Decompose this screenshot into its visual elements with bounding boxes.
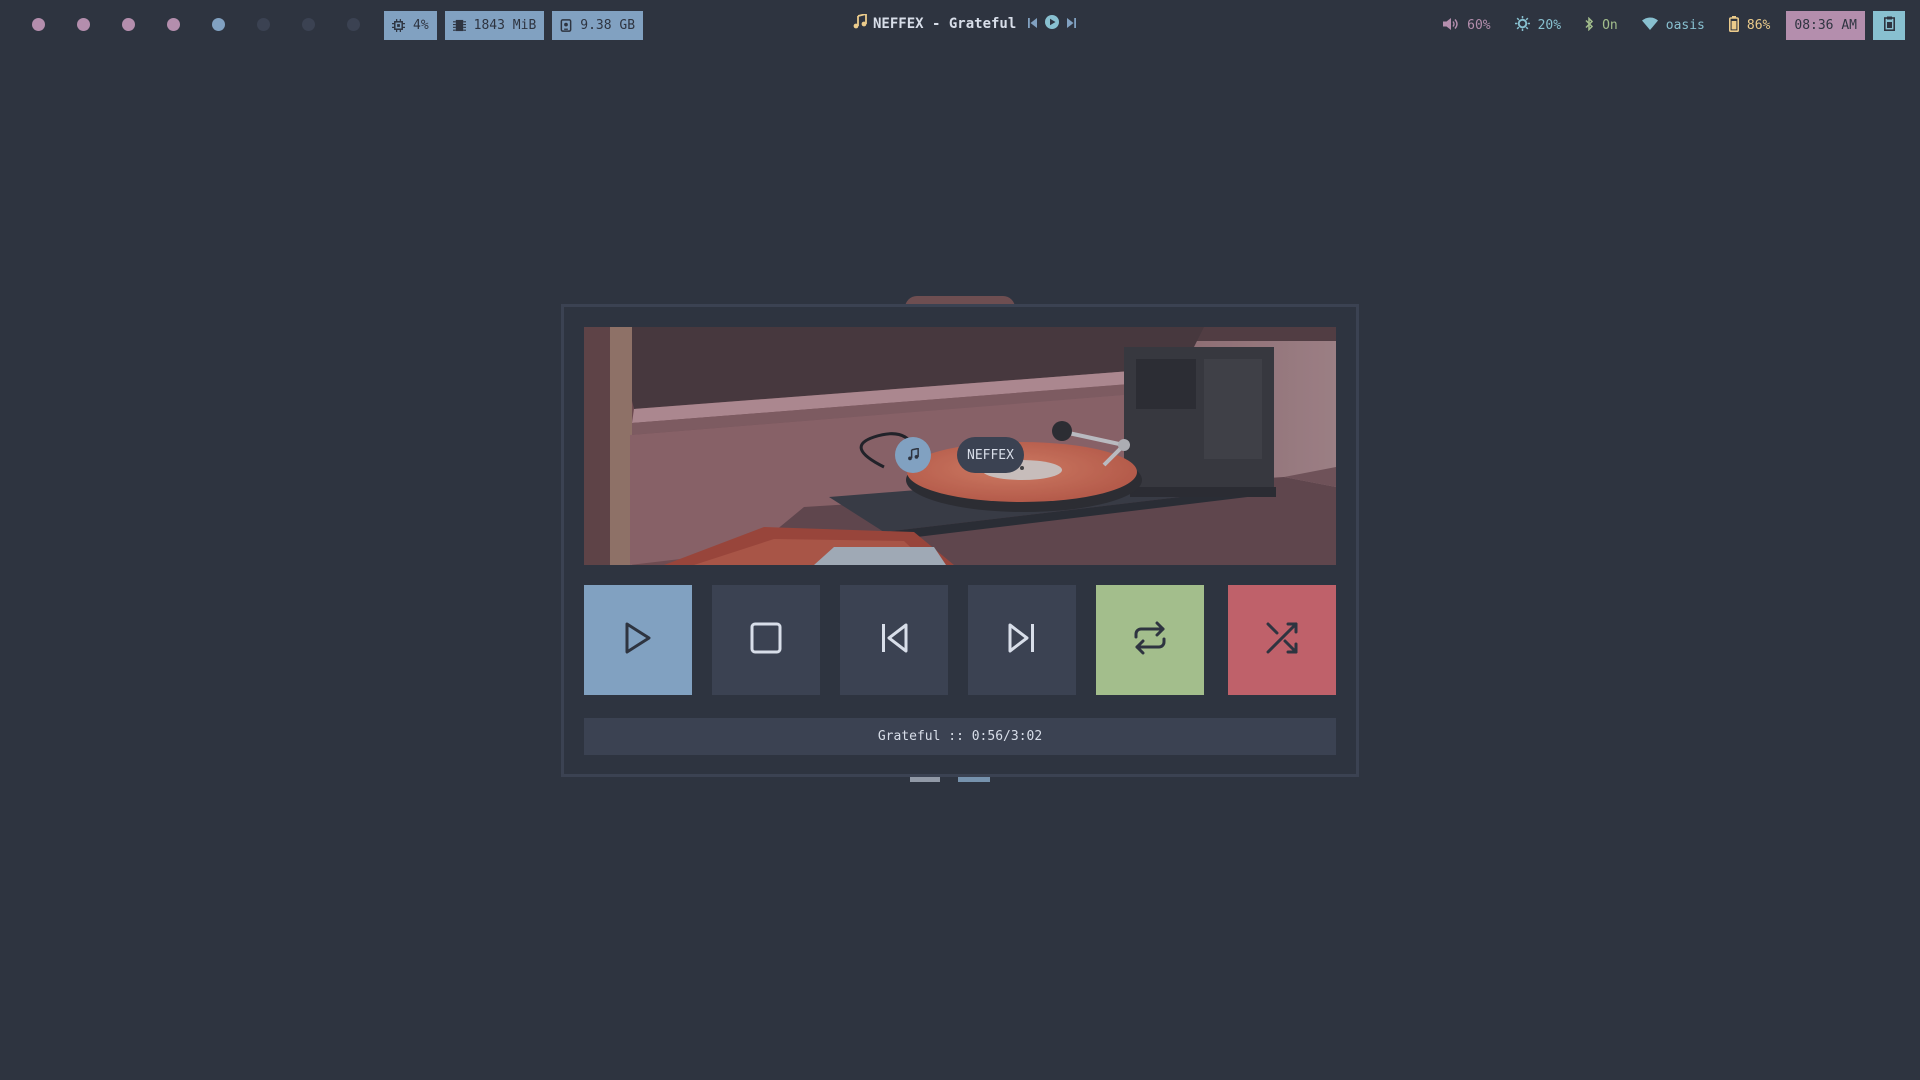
repeat-icon bbox=[1132, 620, 1168, 660]
play-icon[interactable] bbox=[1045, 14, 1060, 33]
brightness-icon bbox=[1514, 16, 1530, 35]
cpu-widget[interactable]: 4% bbox=[384, 11, 437, 40]
workspace-5-dot[interactable] bbox=[212, 18, 225, 31]
workspace-3-dot[interactable] bbox=[122, 18, 135, 31]
music-note-chip bbox=[895, 437, 931, 473]
system-stats: 4% 1843 MiB 9.38 GB bbox=[384, 11, 644, 40]
cpu-icon bbox=[392, 19, 405, 32]
skip-previous-icon bbox=[879, 622, 909, 658]
stop-button[interactable] bbox=[712, 585, 820, 695]
top-bar: 4% 1843 MiB 9.38 GB NEFFEX - Grateful 60… bbox=[0, 0, 1920, 50]
bluetooth-icon bbox=[1585, 16, 1594, 35]
bluetooth-widget[interactable]: On bbox=[1585, 11, 1618, 40]
artist-chip: NEFFEX bbox=[957, 437, 1024, 473]
album-art: NEFFEX bbox=[584, 327, 1336, 565]
bluetooth-value: On bbox=[1602, 18, 1618, 33]
previous-button[interactable] bbox=[840, 585, 948, 695]
skip-previous-icon[interactable] bbox=[1028, 16, 1038, 32]
volume-value: 60% bbox=[1467, 18, 1491, 33]
shuffle-button[interactable] bbox=[1228, 585, 1336, 695]
now-playing-widget[interactable]: NEFFEX - Grateful bbox=[853, 12, 1077, 33]
memory-widget[interactable]: 1843 MiB bbox=[444, 11, 545, 40]
wifi-value: oasis bbox=[1665, 18, 1705, 33]
track-status-bar: Grateful :: 0:56/3:02 bbox=[584, 718, 1336, 755]
brightness-value: 20% bbox=[1537, 18, 1562, 33]
stop-icon bbox=[749, 621, 783, 659]
clock[interactable]: 08:36 AM bbox=[1786, 11, 1865, 40]
playback-controls bbox=[584, 585, 1336, 695]
skip-next-icon bbox=[1007, 622, 1037, 658]
now-playing-text: NEFFEX - Grateful bbox=[873, 15, 1017, 32]
memory-icon bbox=[452, 19, 466, 32]
workspace-indicators bbox=[32, 18, 360, 31]
disk-widget[interactable]: 9.38 GB bbox=[552, 11, 644, 40]
play-button[interactable] bbox=[584, 585, 692, 695]
repeat-button[interactable] bbox=[1096, 585, 1204, 695]
workspace-8-dot[interactable] bbox=[347, 18, 360, 31]
brightness-widget[interactable]: 20% bbox=[1514, 11, 1562, 40]
workspace-4-dot[interactable] bbox=[167, 18, 180, 31]
speaker-icon bbox=[1443, 17, 1459, 35]
status-area: 60% 20% On oasis 86% 08:36 AM bbox=[1443, 11, 1905, 40]
shuffle-icon bbox=[1264, 620, 1300, 660]
memory-value: 1843 MiB bbox=[473, 18, 537, 33]
play-icon bbox=[623, 621, 653, 659]
disk-value: 9.38 GB bbox=[580, 18, 636, 33]
clipboard-button[interactable] bbox=[1873, 11, 1905, 40]
workspace-2-dot[interactable] bbox=[77, 18, 90, 31]
volume-widget[interactable]: 60% bbox=[1443, 11, 1491, 40]
disk-icon bbox=[560, 19, 572, 32]
battery-value: 86% bbox=[1746, 18, 1771, 33]
cpu-value: 4% bbox=[413, 18, 429, 33]
wifi-widget[interactable]: oasis bbox=[1641, 11, 1705, 40]
music-player-window: NEFFEX Grateful:: 0:56/3:02 bbox=[561, 304, 1359, 777]
next-button[interactable] bbox=[968, 585, 1076, 695]
battery-icon bbox=[1728, 15, 1739, 36]
workspace-1-dot[interactable] bbox=[32, 18, 45, 31]
battery-widget[interactable]: 86% bbox=[1728, 11, 1771, 40]
workspace-7-dot[interactable] bbox=[302, 18, 315, 31]
music-note-icon bbox=[907, 446, 920, 465]
music-note-icon bbox=[853, 12, 867, 33]
wifi-icon bbox=[1641, 17, 1658, 34]
skip-next-icon[interactable] bbox=[1067, 16, 1077, 32]
clipboard-icon bbox=[1883, 16, 1895, 35]
workspace-6-dot[interactable] bbox=[257, 18, 270, 31]
